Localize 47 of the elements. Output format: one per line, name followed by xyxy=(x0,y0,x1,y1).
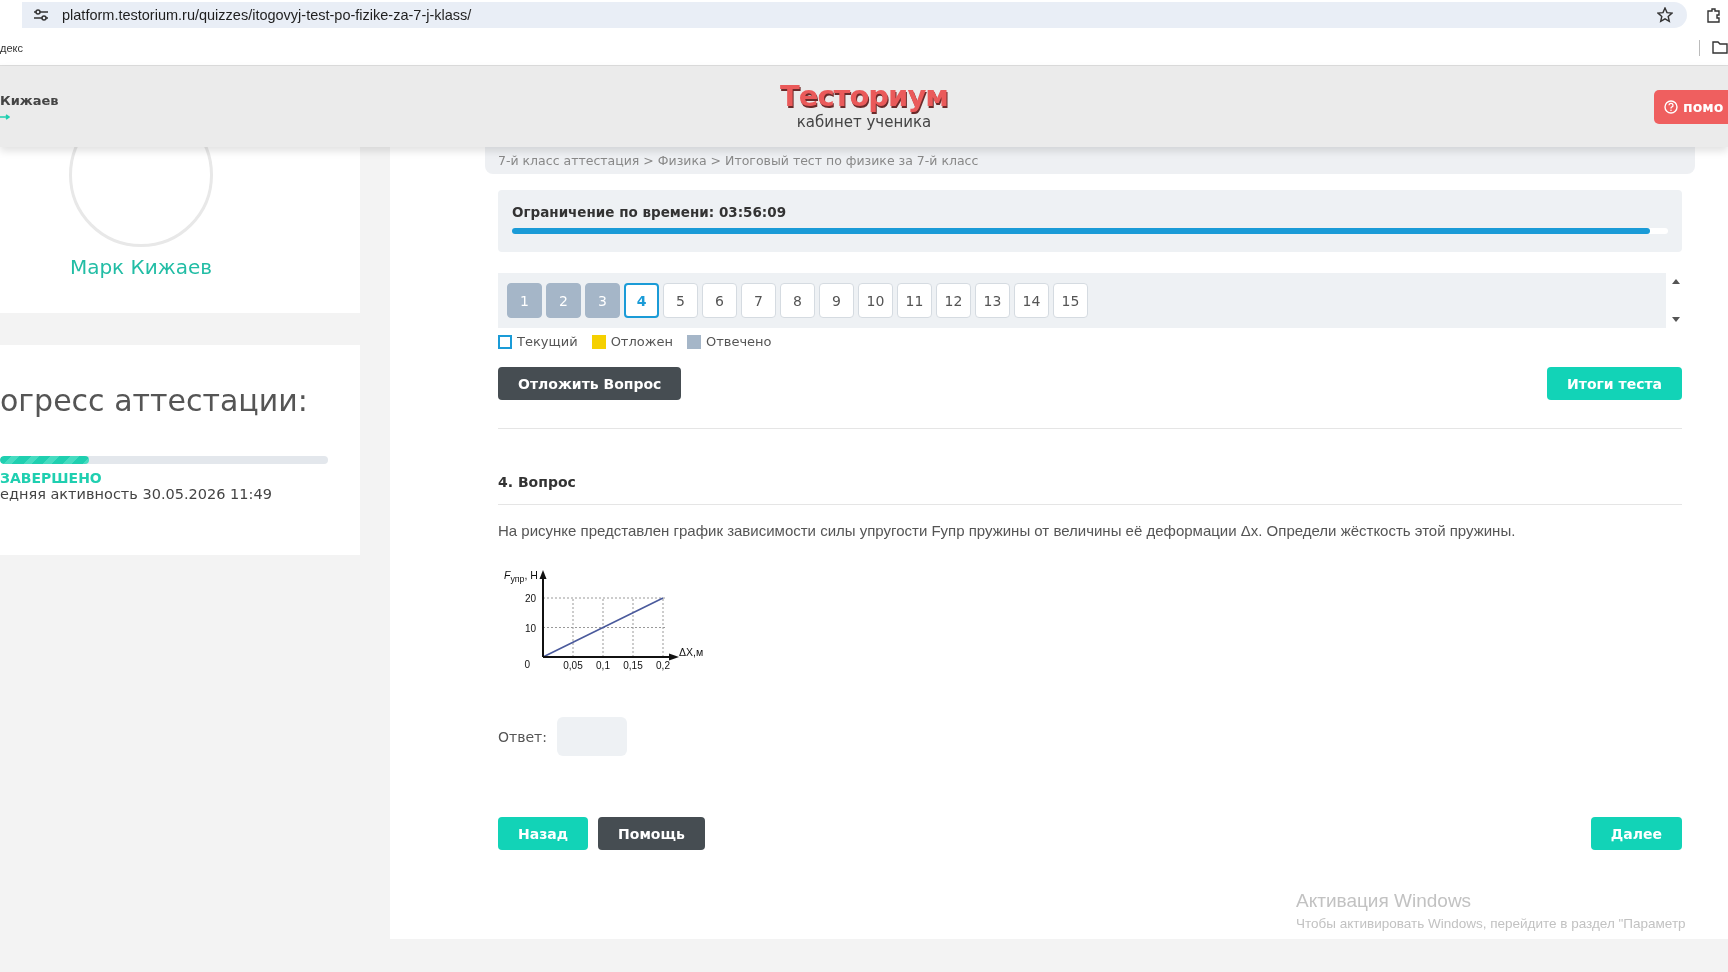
last-activity: едняя активность 30.05.2026 11:49 xyxy=(0,486,273,502)
legend-label: Текущий xyxy=(517,334,578,349)
scroll-down-icon[interactable] xyxy=(1672,317,1680,322)
question-text: На рисунке представлен график зависимости силы упругости Fупр пружины от величины её деформации Δx. Определи жёсткость этой пружины. xyxy=(498,522,1517,539)
user-name[interactable]: Кижаев xyxy=(0,93,780,108)
axis-label: ΔX,м xyxy=(679,646,704,658)
tick-label: 0,1 xyxy=(596,660,610,671)
question-title: 4. Вопрос xyxy=(498,474,577,490)
question-number[interactable]: 12 xyxy=(936,283,971,318)
folder-icon[interactable] xyxy=(1712,41,1728,54)
tick-label: 20 xyxy=(524,593,536,604)
site-settings-icon[interactable] xyxy=(34,9,48,21)
status-text: ЗАВЕРШЕНО xyxy=(0,470,103,486)
question-number[interactable]: 13 xyxy=(975,283,1010,318)
extensions-icon[interactable] xyxy=(1706,7,1722,23)
question-number[interactable]: 10 xyxy=(858,283,893,318)
time-limit: Ограничение по времени: 03:56:09 xyxy=(512,204,788,220)
student-name: Марк Кижаев xyxy=(69,255,213,279)
question-number[interactable]: 11 xyxy=(897,283,932,318)
question-number[interactable]: 8 xyxy=(780,283,815,318)
question-number[interactable]: 7 xyxy=(741,283,776,318)
tick-label: 10 xyxy=(524,622,536,634)
axis-label: F$_{упр}$, Н xyxy=(504,569,538,585)
url-text[interactable]: platform.testorium.ru/quizzes/itogovyj-test-po-fizike-za-7-j-klass/ xyxy=(62,7,472,23)
answer-label: Ответ: xyxy=(498,728,547,745)
question-number[interactable]: 15 xyxy=(1053,283,1088,318)
tick-label: 0,05 xyxy=(563,660,583,671)
question-icon xyxy=(1664,99,1678,114)
legend-label: Отложен xyxy=(610,334,673,349)
question-number[interactable]: 6 xyxy=(702,283,737,318)
help-button[interactable]: Помощь xyxy=(598,817,705,850)
tick-label: 0,2 xyxy=(656,660,670,671)
question-number[interactable]: 9 xyxy=(819,283,854,318)
breadcrumb: 7-й класс аттестация > Физика > Итоговый тест по физике за 7-й класс xyxy=(485,147,1695,174)
bookmark[interactable]: декс xyxy=(0,41,23,54)
tick-label: 0,15 xyxy=(623,660,643,671)
question-number[interactable]: 14 xyxy=(1014,283,1049,318)
progress-title: огресс аттестации: xyxy=(0,383,309,418)
postpone-button[interactable]: Отложить Вопрос xyxy=(498,367,682,400)
activation-text: Чтобы активировать Windows, перейдите в раздел "Параметр xyxy=(1296,916,1686,931)
activation-title: Активация Windows xyxy=(1296,890,1473,912)
legend-label: Отвечено xyxy=(705,334,772,349)
scroll-up-icon[interactable] xyxy=(1672,279,1680,284)
star-icon[interactable] xyxy=(1657,7,1673,23)
subtitle: кабинет ученика xyxy=(796,113,932,131)
tick-label: 0 xyxy=(524,659,530,670)
question-number[interactable]: 5 xyxy=(663,283,698,318)
